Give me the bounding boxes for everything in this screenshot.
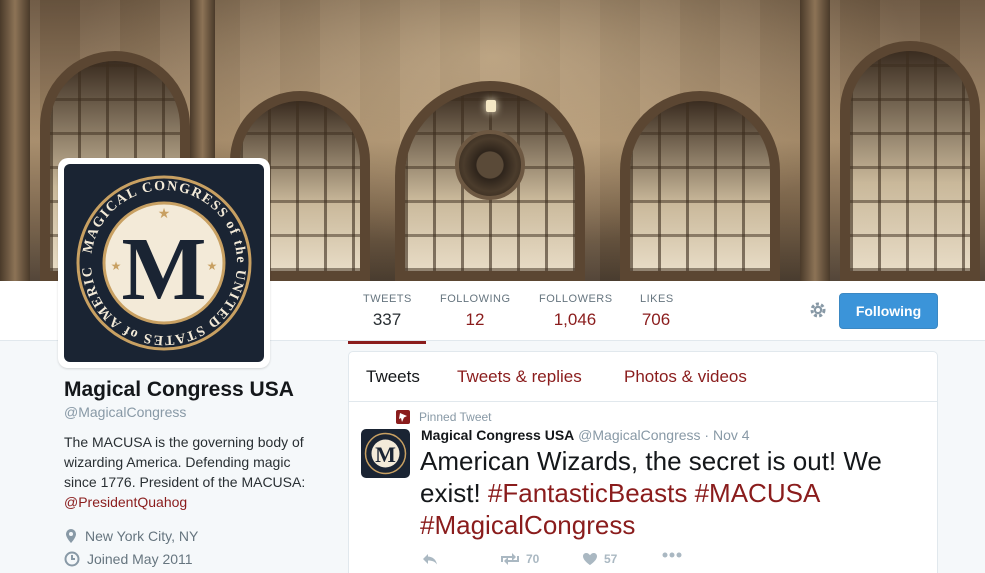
tweet-avatar[interactable]: M	[361, 429, 410, 478]
stat-tweets-label: TWEETS	[363, 293, 412, 305]
stat-following-value: 12	[465, 310, 485, 329]
heart-icon	[583, 553, 597, 565]
profile-bio: The MACUSA is the governing body of wiza…	[64, 432, 324, 512]
like-button[interactable]: 57	[582, 552, 617, 566]
gear-icon[interactable]	[808, 300, 828, 320]
reply-icon	[423, 554, 437, 565]
stat-followers-label: FOLLOWERS	[539, 293, 613, 305]
following-button[interactable]: Following	[839, 293, 938, 329]
retweet-button[interactable]: 70	[500, 552, 539, 566]
hashtag-link[interactable]: #MACUSA	[695, 478, 819, 508]
stat-tweets-value: 337	[372, 310, 402, 329]
hashtag-link[interactable]: #FantasticBeasts	[488, 478, 687, 508]
tweet-text: American Wizards, the secret is out! We …	[420, 445, 920, 541]
like-count: 57	[604, 552, 618, 566]
tab-tweets-and-replies[interactable]: Tweets & replies	[457, 367, 582, 387]
profile-joined: Joined May 2011	[87, 550, 193, 567]
tweet-dot-separator: ·	[704, 427, 710, 443]
tweet-date[interactable]: Nov 4	[713, 427, 750, 443]
profile-name[interactable]: Magical Congress USA	[64, 378, 324, 402]
more-options-button[interactable]	[662, 552, 682, 558]
stat-likes-value: 706	[641, 310, 671, 329]
retweet-count: 70	[526, 552, 540, 566]
svg-text:M: M	[122, 220, 207, 319]
profile-handle[interactable]: @MagicalCongress	[64, 404, 324, 420]
svg-text:★: ★	[207, 259, 218, 273]
stat-likes-label: LIKES	[640, 293, 674, 305]
timeline-tabs: Tweets Tweets & replies Photos & videos	[349, 352, 937, 402]
profile-location: New York City, NY	[85, 527, 199, 544]
tab-photos-and-videos[interactable]: Photos & videos	[624, 367, 747, 387]
profile-card: Magical Congress USA @MagicalCongress Th…	[64, 378, 324, 570]
tweet-author-name[interactable]: Magical Congress USA	[421, 427, 574, 443]
timeline: Tweets Tweets & replies Photos & videos …	[348, 351, 938, 573]
bio-text: The MACUSA is the governing body of wiza…	[64, 434, 306, 490]
profile-meta: New York City, NY Joined May 2011	[64, 524, 324, 570]
tweet-author-handle[interactable]: @MagicalCongress	[578, 427, 700, 443]
pinned-label: Pinned Tweet	[396, 410, 492, 424]
more-dots-icon	[662, 552, 682, 558]
bio-mention-link[interactable]: @PresidentQuahog	[64, 494, 187, 510]
tweet-actions: 70 57	[422, 552, 722, 572]
profile-avatar[interactable]: MAGICAL CONGRESS of the UNITED STATES of…	[58, 158, 270, 368]
calendar-clock-icon	[64, 551, 80, 566]
pin-icon	[396, 410, 410, 424]
stat-following-label: FOLLOWING	[440, 293, 511, 305]
tab-tweets[interactable]: Tweets	[366, 367, 420, 387]
location-pin-icon	[66, 528, 76, 543]
stat-tweets[interactable]: TWEETS 337	[348, 293, 426, 344]
svg-text:M: M	[375, 442, 396, 467]
stat-likes[interactable]: LIKES 706	[640, 293, 674, 330]
macusa-seal-logo: MAGICAL CONGRESS of the UNITED STATES of…	[64, 164, 252, 351]
retweet-icon	[501, 553, 519, 565]
reply-button[interactable]	[422, 552, 438, 566]
stat-followers-value: 1,046	[553, 310, 597, 329]
svg-text:★: ★	[111, 259, 122, 273]
svg-text:★: ★	[158, 205, 171, 221]
stat-followers[interactable]: FOLLOWERS 1,046	[539, 293, 613, 330]
stat-following[interactable]: FOLLOWING 12	[440, 293, 510, 330]
hashtag-link[interactable]: #MagicalCongress	[420, 510, 635, 540]
tweet-header: Magical Congress USA @MagicalCongress · …	[421, 427, 750, 443]
pinned-tweet-text: Pinned Tweet	[419, 410, 492, 424]
